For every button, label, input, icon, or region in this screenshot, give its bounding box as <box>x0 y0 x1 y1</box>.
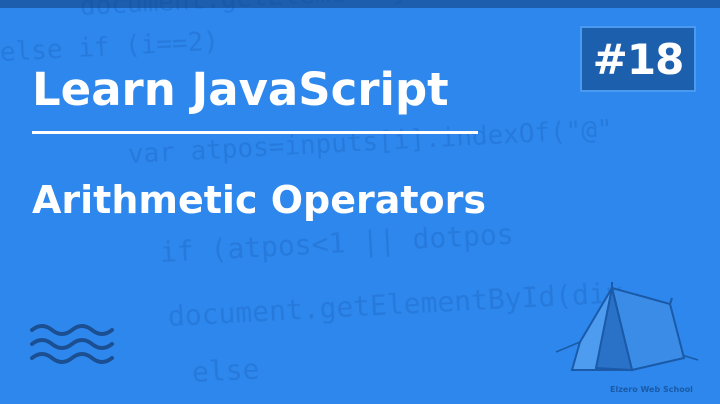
waves-icon <box>30 324 114 364</box>
title-divider <box>32 131 478 134</box>
episode-badge: #18 <box>580 26 696 92</box>
school-name: Elzero Web School <box>610 385 693 394</box>
top-strip <box>0 0 720 8</box>
page-title: Learn JavaScript <box>32 63 449 116</box>
background-code-line: else <box>191 352 261 389</box>
tent-icon <box>555 282 699 372</box>
background-code-line: var atpos=inputs[i].indexOf("@" <box>127 114 614 170</box>
background-code-line: if (atpos<1 || dotpos <box>159 217 515 269</box>
episode-badge-label: #18 <box>592 34 685 84</box>
page-subtitle: Arithmetic Operators <box>32 178 486 222</box>
